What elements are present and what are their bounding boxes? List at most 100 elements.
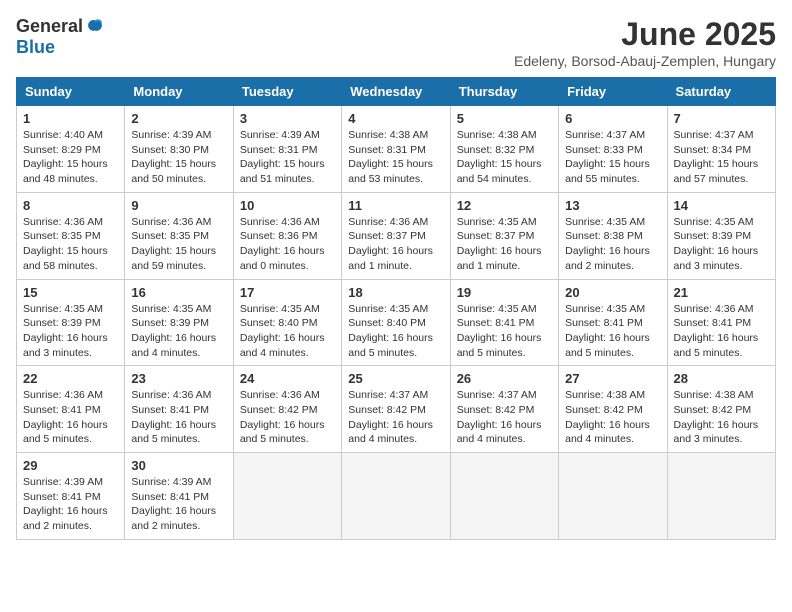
logo-bird-icon [85,17,105,37]
calendar-cell: 17 Sunrise: 4:35 AMSunset: 8:40 PMDayligh… [233,279,341,366]
day-info: Sunrise: 4:35 AMSunset: 8:40 PMDaylight:… [240,302,335,361]
day-header-thursday: Thursday [450,78,558,106]
day-number: 19 [457,285,552,300]
calendar-cell [667,453,775,540]
day-info: Sunrise: 4:37 AMSunset: 8:34 PMDaylight:… [674,128,769,187]
calendar-week-row: 22 Sunrise: 4:36 AMSunset: 8:41 PMDayligh… [17,366,776,453]
calendar-cell: 14 Sunrise: 4:35 AMSunset: 8:39 PMDayligh… [667,192,775,279]
day-number: 8 [23,198,118,213]
day-info: Sunrise: 4:35 AMSunset: 8:37 PMDaylight:… [457,215,552,274]
day-info: Sunrise: 4:37 AMSunset: 8:33 PMDaylight:… [565,128,660,187]
calendar-cell: 1Sunrise: 4:40 AMSunset: 8:29 PMDaylight… [17,106,125,193]
day-info: Sunrise: 4:35 AMSunset: 8:39 PMDaylight:… [131,302,226,361]
day-number: 21 [674,285,769,300]
day-number: 23 [131,371,226,386]
day-number: 18 [348,285,443,300]
calendar-cell: 2 Sunrise: 4:39 AMSunset: 8:30 PMDaylight… [125,106,233,193]
calendar-cell [450,453,558,540]
day-header-tuesday: Tuesday [233,78,341,106]
calendar-cell: 13Sunrise: 4:35 AMSunset: 8:38 PMDayligh… [559,192,667,279]
logo: General Blue [16,16,105,58]
calendar-cell: 4 Sunrise: 4:38 AMSunset: 8:31 PMDaylight… [342,106,450,193]
day-number: 14 [674,198,769,213]
calendar-cell: 26Sunrise: 4:37 AMSunset: 8:42 PMDayligh… [450,366,558,453]
day-info: Sunrise: 4:35 AMSunset: 8:41 PMDaylight:… [457,302,552,361]
day-info: Sunrise: 4:38 AMSunset: 8:42 PMDaylight:… [674,388,769,447]
day-info: Sunrise: 4:35 AMSunset: 8:39 PMDaylight:… [674,215,769,274]
day-number: 6 [565,111,660,126]
calendar-cell: 19 Sunrise: 4:35 AMSunset: 8:41 PMDayligh… [450,279,558,366]
subtitle: Edeleny, Borsod-Abauj-Zemplen, Hungary [514,53,776,69]
day-info: Sunrise: 4:36 AMSunset: 8:41 PMDaylight:… [131,388,226,447]
calendar-cell: 3 Sunrise: 4:39 AMSunset: 8:31 PMDaylight… [233,106,341,193]
day-header-friday: Friday [559,78,667,106]
day-number: 15 [23,285,118,300]
day-info: Sunrise: 4:39 AMSunset: 8:31 PMDaylight:… [240,128,335,187]
calendar-header-row: SundayMondayTuesdayWednesdayThursdayFrid… [17,78,776,106]
calendar-cell: 20 Sunrise: 4:35 AMSunset: 8:41 PMDayligh… [559,279,667,366]
day-number: 13 [565,198,660,213]
day-number: 30 [131,458,226,473]
calendar-cell: 12Sunrise: 4:35 AMSunset: 8:37 PMDayligh… [450,192,558,279]
day-info: Sunrise: 4:39 AMSunset: 8:41 PMDaylight:… [131,475,226,534]
logo-blue-text: Blue [16,37,55,58]
day-number: 22 [23,371,118,386]
day-info: Sunrise: 4:39 AMSunset: 8:30 PMDaylight:… [131,128,226,187]
day-info: Sunrise: 4:39 AMSunset: 8:41 PMDaylight:… [23,475,118,534]
calendar-cell: 6 Sunrise: 4:37 AMSunset: 8:33 PMDaylight… [559,106,667,193]
day-number: 24 [240,371,335,386]
calendar-cell: 23 Sunrise: 4:36 AMSunset: 8:41 PMDayligh… [125,366,233,453]
day-info: Sunrise: 4:35 AMSunset: 8:39 PMDaylight:… [23,302,118,361]
calendar-week-row: 15 Sunrise: 4:35 AMSunset: 8:39 PMDayligh… [17,279,776,366]
calendar-cell: 21Sunrise: 4:36 AMSunset: 8:41 PMDayligh… [667,279,775,366]
day-info: Sunrise: 4:36 AMSunset: 8:41 PMDaylight:… [23,388,118,447]
day-number: 17 [240,285,335,300]
day-info: Sunrise: 4:36 AMSunset: 8:36 PMDaylight:… [240,215,335,274]
calendar-cell: 11 Sunrise: 4:36 AMSunset: 8:37 PMDayligh… [342,192,450,279]
day-info: Sunrise: 4:36 AMSunset: 8:35 PMDaylight:… [23,215,118,274]
calendar-cell: 10 Sunrise: 4:36 AMSunset: 8:36 PMDayligh… [233,192,341,279]
day-number: 3 [240,111,335,126]
day-info: Sunrise: 4:35 AMSunset: 8:40 PMDaylight:… [348,302,443,361]
day-number: 9 [131,198,226,213]
calendar-cell: 27Sunrise: 4:38 AMSunset: 8:42 PMDayligh… [559,366,667,453]
day-number: 7 [674,111,769,126]
calendar-cell: 25Sunrise: 4:37 AMSunset: 8:42 PMDayligh… [342,366,450,453]
day-number: 11 [348,198,443,213]
day-header-sunday: Sunday [17,78,125,106]
day-header-wednesday: Wednesday [342,78,450,106]
calendar-cell [233,453,341,540]
day-number: 28 [674,371,769,386]
calendar-cell: 16Sunrise: 4:35 AMSunset: 8:39 PMDayligh… [125,279,233,366]
calendar-cell: 29 Sunrise: 4:39 AMSunset: 8:41 PMDayligh… [17,453,125,540]
calendar-cell [342,453,450,540]
day-number: 1 [23,111,118,126]
day-info: Sunrise: 4:36 AMSunset: 8:37 PMDaylight:… [348,215,443,274]
day-info: Sunrise: 4:35 AMSunset: 8:41 PMDaylight:… [565,302,660,361]
day-number: 29 [23,458,118,473]
day-info: Sunrise: 4:37 AMSunset: 8:42 PMDaylight:… [457,388,552,447]
day-info: Sunrise: 4:38 AMSunset: 8:31 PMDaylight:… [348,128,443,187]
calendar-cell: 18 Sunrise: 4:35 AMSunset: 8:40 PMDayligh… [342,279,450,366]
calendar-week-row: 29 Sunrise: 4:39 AMSunset: 8:41 PMDayligh… [17,453,776,540]
calendar-cell: 7 Sunrise: 4:37 AMSunset: 8:34 PMDaylight… [667,106,775,193]
day-number: 4 [348,111,443,126]
day-info: Sunrise: 4:36 AMSunset: 8:42 PMDaylight:… [240,388,335,447]
calendar-week-row: 8 Sunrise: 4:36 AMSunset: 8:35 PMDaylight… [17,192,776,279]
calendar-cell: 15 Sunrise: 4:35 AMSunset: 8:39 PMDayligh… [17,279,125,366]
title-block: June 2025 Edeleny, Borsod-Abauj-Zemplen,… [514,16,776,69]
day-number: 20 [565,285,660,300]
day-number: 5 [457,111,552,126]
day-info: Sunrise: 4:37 AMSunset: 8:42 PMDaylight:… [348,388,443,447]
calendar-cell: 30 Sunrise: 4:39 AMSunset: 8:41 PMDayligh… [125,453,233,540]
day-number: 10 [240,198,335,213]
calendar-cell: 24 Sunrise: 4:36 AMSunset: 8:42 PMDayligh… [233,366,341,453]
calendar-week-row: 1Sunrise: 4:40 AMSunset: 8:29 PMDaylight… [17,106,776,193]
calendar-cell [559,453,667,540]
calendar-cell: 9 Sunrise: 4:36 AMSunset: 8:35 PMDaylight… [125,192,233,279]
month-title: June 2025 [514,16,776,53]
day-info: Sunrise: 4:36 AMSunset: 8:35 PMDaylight:… [131,215,226,274]
calendar-cell: 22 Sunrise: 4:36 AMSunset: 8:41 PMDayligh… [17,366,125,453]
day-number: 2 [131,111,226,126]
day-header-monday: Monday [125,78,233,106]
